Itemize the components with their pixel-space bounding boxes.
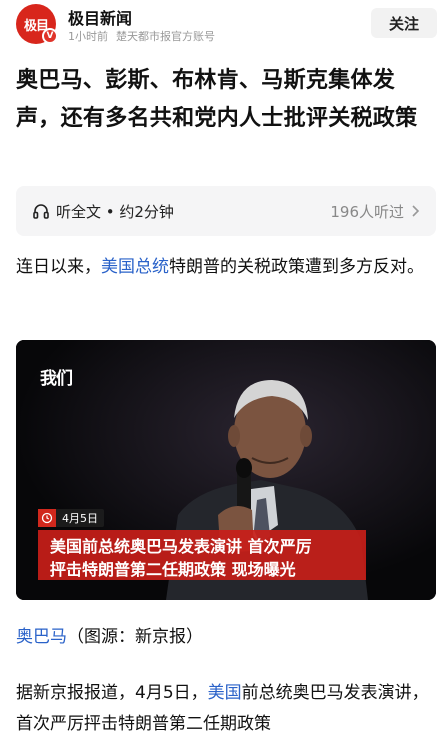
caption-line: 美国前总统奥巴马发表演讲 首次严厉 (50, 537, 312, 556)
follow-button[interactable]: 关注 (371, 8, 437, 38)
channel-logo: 我们 (40, 369, 73, 389)
paragraph-report: 据新京报报道，4月5日，美国前总统奥巴马发表演讲，首次严厉抨击特朗普第二任期政策 (16, 678, 436, 734)
paragraph-text: 据新京报报道，4月5日， (16, 683, 208, 703)
caption-line: 抨击特朗普第二任期政策 现场曝光 (50, 560, 296, 579)
video-player[interactable]: 我们 4月5日 美国前总统奥巴马发表演讲 首次严厉 抨击特朗普第二任期政策 现场… (16, 340, 436, 600)
link-obama[interactable]: 奥巴马 (16, 627, 67, 647)
paragraph-text: 连日以来， (16, 257, 101, 277)
listen-count: 196人听过 (330, 203, 404, 221)
image-credit: 奥巴马（图源：新京报） (16, 622, 436, 653)
account-source: 楚天都市报官方账号 (116, 30, 215, 43)
account-meta: 1小时前 楚天都市报官方账号 (68, 28, 215, 44)
video-date-tag: 4月5日 (38, 509, 104, 527)
publish-time: 1小时前 (68, 30, 108, 43)
clock-icon (38, 509, 56, 527)
listen-label: 听全文 • 约2分钟 (56, 203, 174, 221)
video-caption: 美国前总统奥巴马发表演讲 首次严厉 抨击特朗普第二任期政策 现场曝光 (38, 530, 366, 580)
article-header: 极目 V 极目新闻 1小时前 楚天都市报官方账号 关注 (0, 0, 448, 48)
link-usa[interactable]: 美国 (208, 683, 242, 703)
account-name[interactable]: 极目新闻 (68, 5, 132, 29)
verified-badge-icon: V (42, 28, 58, 44)
credit-text: （图源：新京报） (67, 627, 203, 647)
paragraph-intro: 连日以来，美国总统特朗普的关税政策遭到多方反对。 (16, 252, 436, 283)
article-title: 奥巴马、彭斯、布林肯、马斯克集体发声，还有多名共和党内人士批评关税政策 (16, 68, 418, 131)
listen-full-text-bar[interactable]: 听全文 • 约2分钟 196人听过 (16, 186, 436, 236)
headphone-icon (33, 204, 49, 219)
paragraph-text: 特朗普的关税政策遭到多方反对。 (169, 257, 424, 277)
chevron-right-icon (412, 205, 420, 217)
link-us-president[interactable]: 美国总统 (101, 257, 169, 277)
video-date: 4月5日 (62, 512, 98, 525)
